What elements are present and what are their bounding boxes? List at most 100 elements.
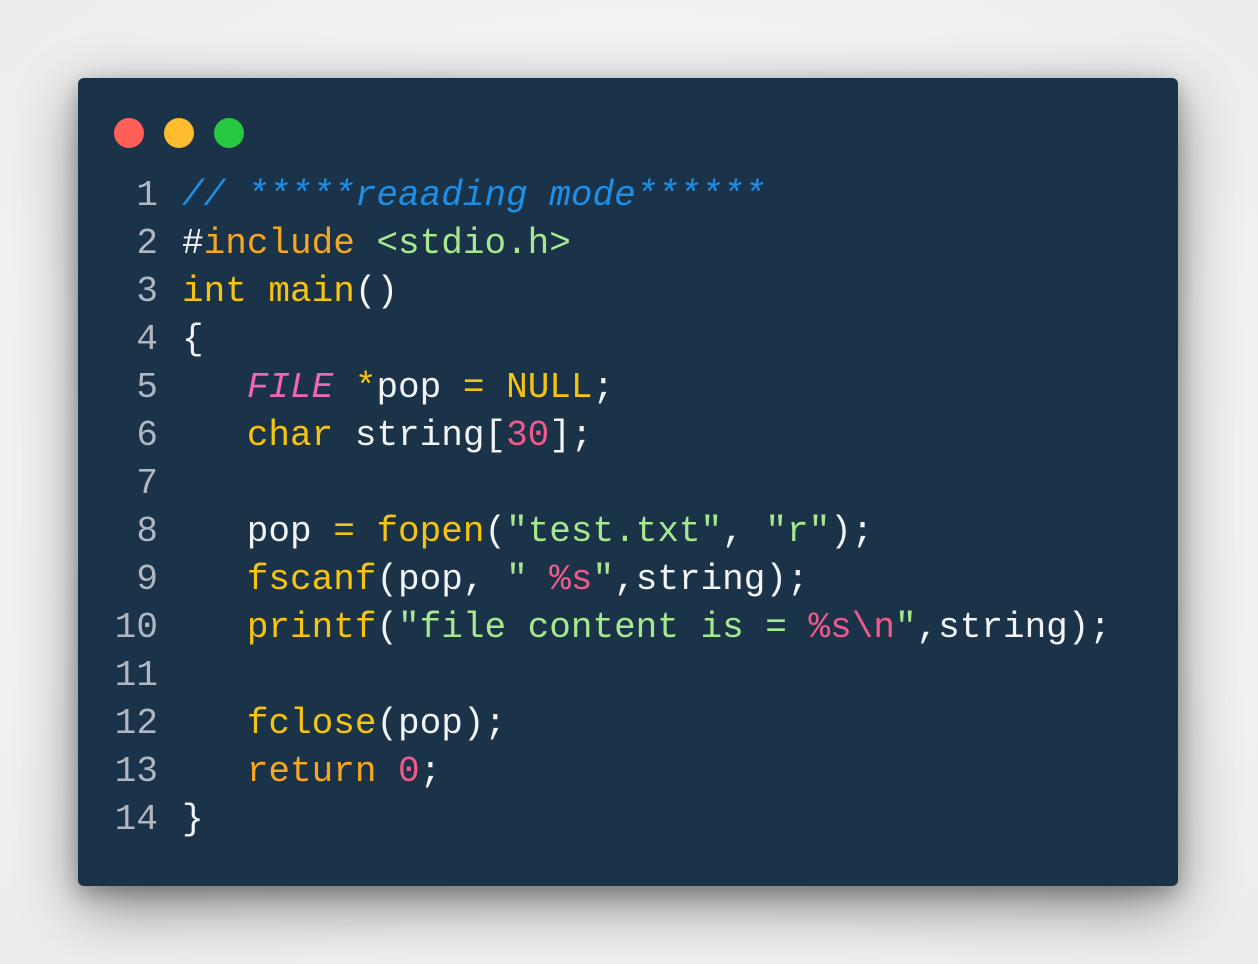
- code-token: string[: [333, 415, 507, 456]
- line-number: 6: [136, 415, 158, 456]
- line-number: 7: [136, 463, 158, 504]
- line-source: {: [158, 320, 204, 368]
- line-number: 4: [136, 319, 158, 360]
- code-token: // *****reaading mode******: [182, 175, 766, 216]
- code-token: include: [203, 223, 355, 264]
- line-number: 10: [114, 607, 158, 648]
- line-source: printf("file content is = %s\n",string);: [158, 608, 1111, 656]
- code-token: (): [354, 271, 399, 312]
- code-token: ": [506, 559, 550, 600]
- maximize-button[interactable]: [214, 118, 244, 148]
- line-source: char string[30];: [158, 416, 593, 464]
- code-line: 4{: [78, 320, 1178, 368]
- code-line: 1 // *****reaading mode******: [78, 176, 1178, 224]
- code-token: }: [182, 799, 204, 840]
- code-token: ,: [722, 511, 766, 552]
- code-token: pop: [182, 511, 334, 552]
- line-number: 5: [136, 367, 158, 408]
- code-line: 10 printf("file content is = %s\n",strin…: [78, 608, 1178, 656]
- code-token: ];: [549, 415, 593, 456]
- code-token: return: [246, 751, 377, 792]
- line-source: }: [158, 800, 204, 848]
- code-token: FILE: [246, 367, 334, 408]
- code-token: (: [484, 511, 507, 552]
- code-token: ": [894, 607, 917, 648]
- line-source: // *****reaading mode******: [158, 176, 765, 224]
- code-token: fopen: [376, 511, 485, 552]
- code-token: %s\n: [808, 607, 895, 648]
- code-token: =: [462, 367, 485, 408]
- code-line: 2 #include <stdio.h>: [78, 224, 1178, 272]
- code-line: 11: [78, 656, 1178, 704]
- code-token: "file content is =: [398, 607, 809, 648]
- code-token: int: [182, 271, 247, 312]
- code-line: 5 FILE *pop = NULL;: [78, 368, 1178, 416]
- line-source: #include <stdio.h>: [158, 224, 571, 272]
- line-number: 3: [136, 271, 158, 312]
- line-number: 1: [136, 175, 158, 216]
- line-number: 9: [136, 559, 158, 600]
- code-token: "test.txt": [506, 511, 723, 552]
- code-line: 13 return 0;: [78, 752, 1178, 800]
- code-token: (pop);: [376, 703, 507, 744]
- code-token: %s: [549, 559, 593, 600]
- code-line: 7: [78, 464, 1178, 512]
- code-window: 1// *****reaading mode****** 2 #include <s…: [78, 78, 1178, 886]
- code-token: 0: [398, 751, 420, 792]
- line-source: [158, 464, 182, 512]
- code-token: "r": [765, 511, 831, 552]
- code-line: 3 int main(): [78, 272, 1178, 320]
- line-number: 11: [114, 655, 158, 696]
- code-line: 8 pop = fopen("test.txt", "r");: [78, 512, 1178, 560]
- code-token: );: [830, 511, 874, 552]
- line-source: [158, 656, 182, 704]
- code-line: 12 fclose(pop);: [78, 704, 1178, 752]
- code-block: 1// *****reaading mode****** 2 #include <s…: [78, 176, 1178, 848]
- code-token: {: [182, 319, 204, 360]
- code-token: (pop,: [376, 559, 507, 600]
- line-number: 13: [114, 751, 158, 792]
- code-token: fclose: [246, 703, 377, 744]
- line-source: return 0;: [158, 752, 441, 800]
- code-token: fscanf: [246, 559, 377, 600]
- code-token: char: [246, 415, 334, 456]
- code-token: (: [376, 607, 399, 648]
- code-line: 6 char string[30];: [78, 416, 1178, 464]
- code-line: 9 fscanf(pop, " %s",string);: [78, 560, 1178, 608]
- code-token: pop: [376, 367, 463, 408]
- code-token: *: [354, 367, 377, 408]
- minimize-button[interactable]: [164, 118, 194, 148]
- close-button[interactable]: [114, 118, 144, 148]
- code-token: <stdio.h>: [376, 223, 571, 264]
- code-token: #: [182, 223, 204, 264]
- code-token: main: [268, 271, 355, 312]
- line-number: 2: [136, 223, 158, 264]
- line-source: FILE *pop = NULL;: [158, 368, 614, 416]
- line-number: 14: [114, 799, 158, 840]
- code-token: printf: [246, 607, 377, 648]
- line-source: fclose(pop);: [158, 704, 506, 752]
- code-line: 14}: [78, 800, 1178, 848]
- line-source: pop = fopen("test.txt", "r");: [158, 511, 874, 560]
- code-token: =: [333, 511, 355, 552]
- line-number: 12: [114, 703, 158, 744]
- code-token: ": [592, 559, 615, 600]
- line-number: 8: [136, 511, 158, 552]
- code-token: ,string);: [916, 607, 1111, 648]
- code-token: ;: [592, 367, 615, 408]
- line-source: int main(): [158, 272, 398, 320]
- line-source: fscanf(pop, " %s",string);: [158, 560, 809, 608]
- window-controls: [114, 118, 244, 148]
